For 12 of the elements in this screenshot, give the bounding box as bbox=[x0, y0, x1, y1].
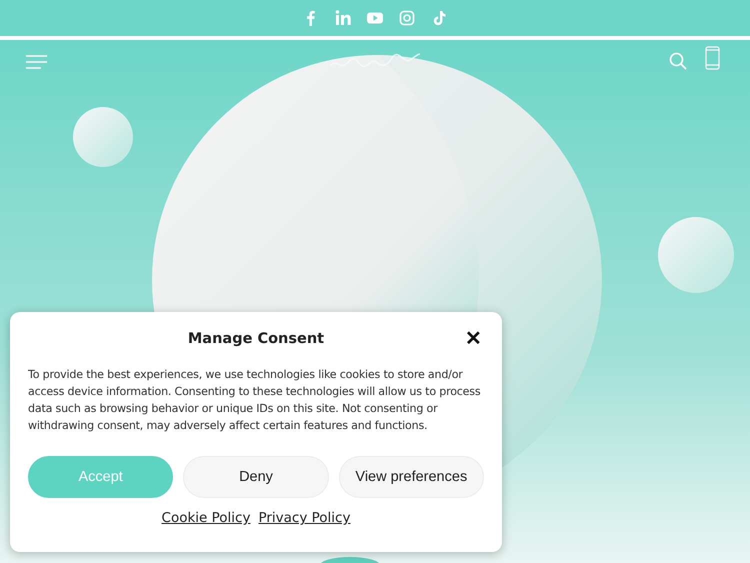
option-button[interactable]: View preferences bbox=[338, 456, 484, 498]
policy-link[interactable]: Privacy Policy bbox=[258, 510, 350, 526]
search-icon[interactable] bbox=[669, 52, 687, 70]
option-button[interactable]: Deny bbox=[183, 456, 329, 498]
instagram-icon[interactable] bbox=[398, 9, 416, 27]
menu-icon[interactable] bbox=[26, 55, 47, 69]
close-button[interactable]: ✕ bbox=[465, 328, 482, 350]
consent-message: To provide the best experiences, we use technologies like cookies to store and/or access device information. Consenting to these technologies will allow us to process data such as browsing behavior or unique IDs on this site. Not consenting or withdrawing consent, may adversely affect certain features and functions. bbox=[28, 367, 482, 434]
linkedin-icon[interactable] bbox=[334, 9, 352, 27]
dialog-title: Manage Consent bbox=[188, 331, 324, 347]
policy-link[interactable]: Cookie Policy bbox=[162, 510, 250, 526]
phone-icon[interactable] bbox=[705, 46, 720, 70]
